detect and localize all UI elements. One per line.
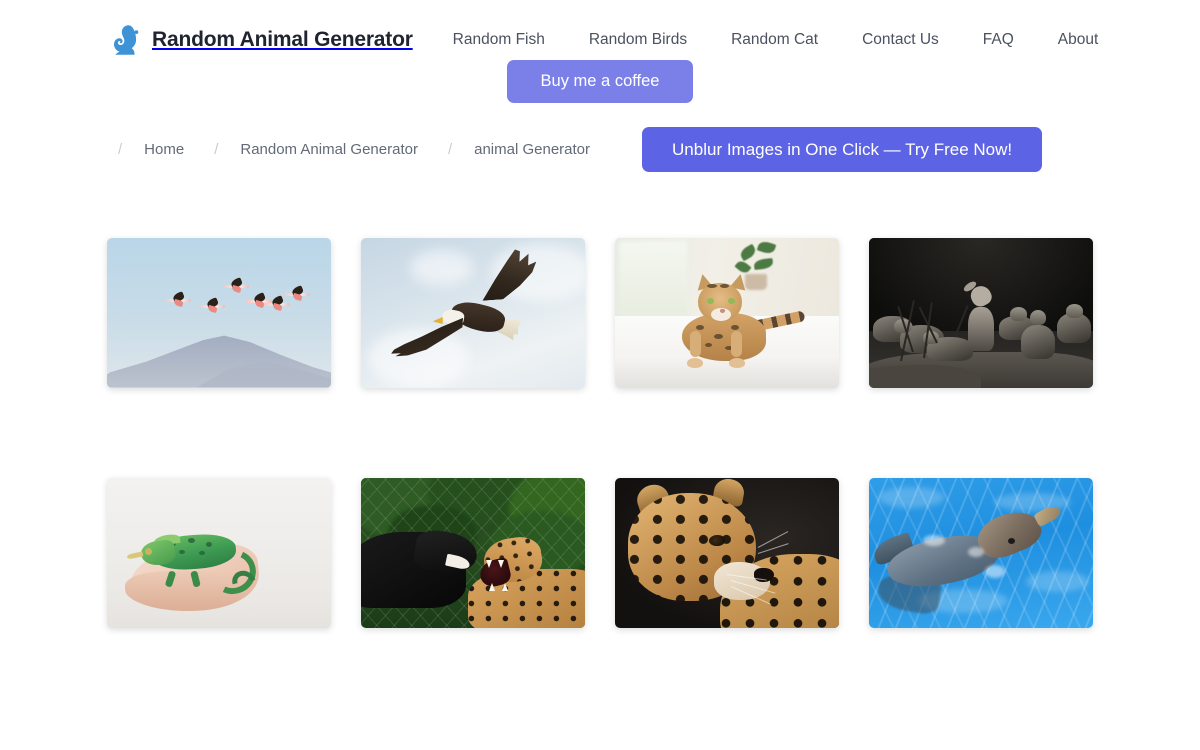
flamingos-photo <box>107 237 331 388</box>
unblur-images-cta-button[interactable]: Unblur Images in One Click — Try Free No… <box>642 126 1043 172</box>
breadcrumb-separator-icon: / <box>118 140 123 158</box>
gallery-image-panther-and-jaguar[interactable] <box>361 477 585 628</box>
brand-title: Random Animal Generator <box>152 28 413 51</box>
dolphin-photo <box>869 477 1093 628</box>
squirrel-logo-svg <box>114 25 139 55</box>
nav-item-faq[interactable]: FAQ <box>961 31 1036 49</box>
gallery-image-wolf-pack[interactable] <box>869 237 1093 388</box>
breadcrumb-item-random-animal-generator[interactable]: Random Animal Generator <box>218 141 440 158</box>
jaguar-portrait-photo <box>615 477 839 628</box>
gallery-image-chameleon[interactable] <box>107 477 331 628</box>
breadcrumb-item-home[interactable]: Home <box>122 141 206 158</box>
main-navigation: Random Fish Random Birds Random Cat Cont… <box>431 31 1121 49</box>
nav-item-about[interactable]: About <box>1036 31 1121 49</box>
gallery-image-bald-eagle[interactable] <box>361 237 585 388</box>
nav-item-contact-us[interactable]: Contact Us <box>840 31 961 49</box>
bald-eagle-photo <box>361 237 585 388</box>
gallery-image-flamingos[interactable] <box>107 237 331 388</box>
coffee-button-row: Buy me a coffee <box>0 60 1200 103</box>
breadcrumb: / Home / Random Animal Generator / anima… <box>0 126 1200 172</box>
buy-me-a-coffee-button[interactable]: Buy me a coffee <box>506 60 694 103</box>
nav-item-random-birds[interactable]: Random Birds <box>567 31 709 49</box>
nav-item-random-cat[interactable]: Random Cat <box>709 31 840 49</box>
gallery-image-bengal-cat[interactable] <box>615 237 839 388</box>
breadcrumb-separator-icon: / <box>447 140 453 158</box>
breadcrumb-separator-icon: / <box>214 140 219 158</box>
squirrel-logo-icon <box>110 24 140 56</box>
panther-jaguar-photo <box>361 477 585 628</box>
breadcrumb-item-animal-generator[interactable]: animal Generator <box>452 141 612 158</box>
wolf-pack-photo <box>869 237 1093 388</box>
site-header: Random Animal Generator Random Fish Rand… <box>0 0 1200 62</box>
gallery-image-dolphin[interactable] <box>869 477 1093 628</box>
nav-item-random-fish[interactable]: Random Fish <box>431 31 567 49</box>
brand-logo-link[interactable]: Random Animal Generator <box>110 24 413 56</box>
animal-image-gallery <box>0 237 1200 628</box>
gallery-image-jaguar-portrait[interactable] <box>615 477 839 628</box>
bengal-cat-photo <box>615 237 839 388</box>
chameleon-photo <box>107 477 331 628</box>
